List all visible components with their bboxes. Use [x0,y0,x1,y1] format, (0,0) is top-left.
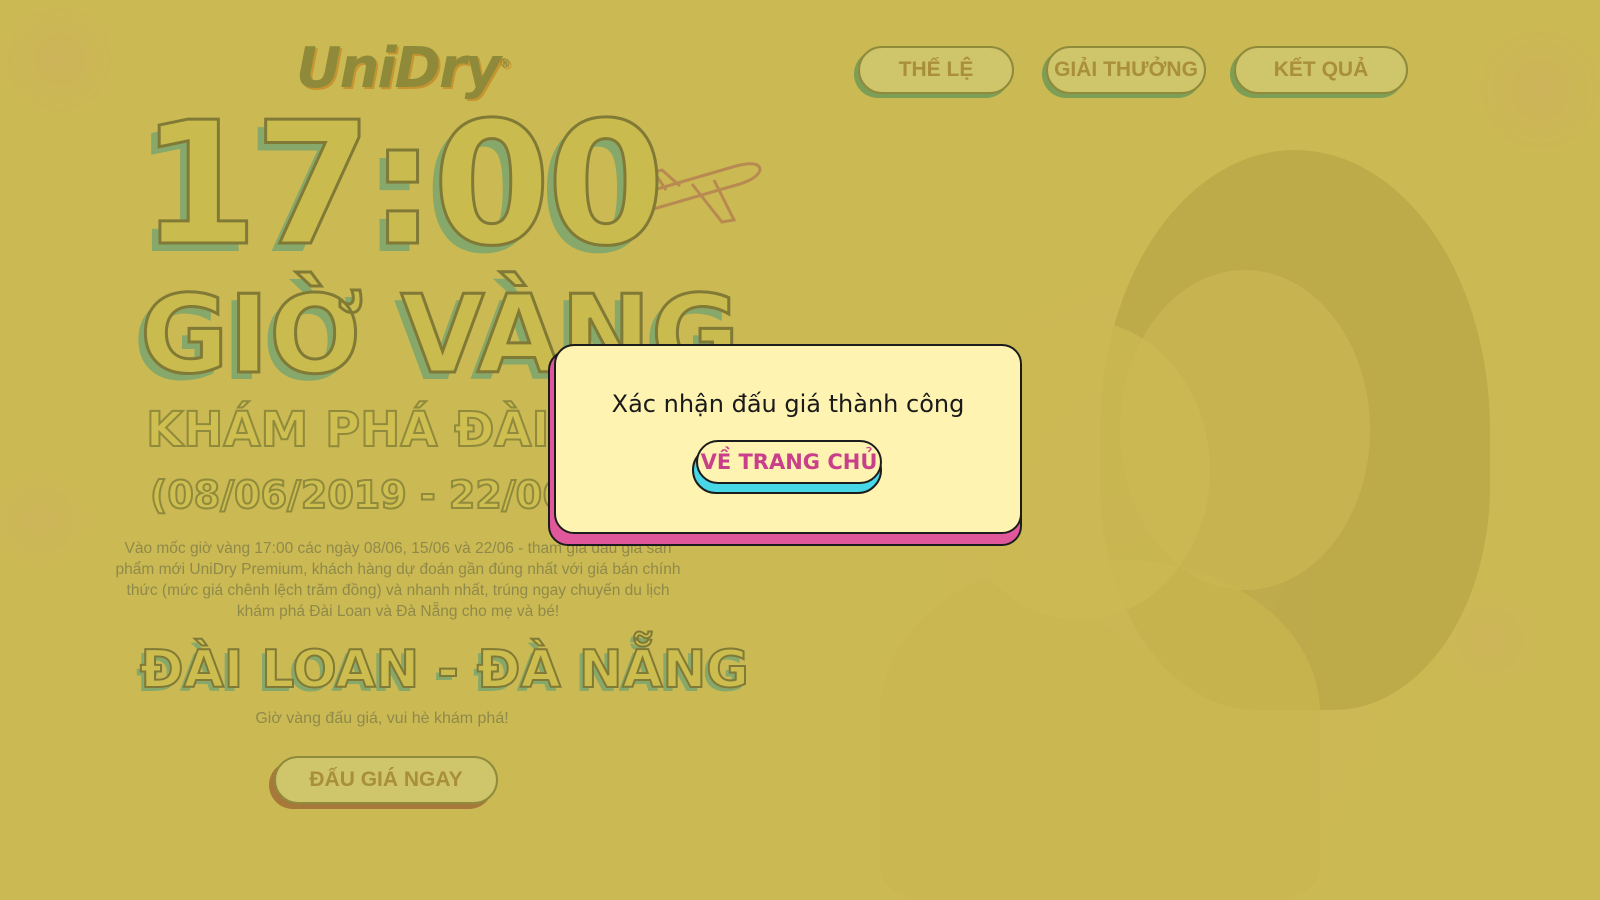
modal-message: Xác nhận đấu giá thành công [611,390,965,418]
registered-mark: ® [499,56,511,71]
back-home-button[interactable]: VỀ TRANG CHỦ [696,440,882,484]
nav-results-label: KẾT QUẢ [1273,58,1369,81]
hero-tagline: Giờ vàng đấu giá, vui hè khám phá! [255,710,509,727]
hero-description: Vào mốc giờ vàng 17:00 các ngày 08/06, 1… [115,540,681,620]
nav-prizes-label: GIẢI THƯỞNG [1054,58,1198,81]
nav-rules-button[interactable]: THỂ LỆ [858,46,1014,94]
hero-time: 17:00 [138,86,666,284]
back-home-label: VỀ TRANG CHỦ [700,450,878,474]
bid-now-button[interactable]: ĐẤU GIÁ NGAY [274,756,498,804]
nav-prizes-button[interactable]: GIẢI THƯỞNG [1046,46,1206,94]
hero-destination: ĐÀI LOAN - ĐÀ NẴNG [139,640,750,700]
confirmation-modal: Xác nhận đấu giá thành công [554,344,1022,534]
nav-rules-label: THỂ LỆ [898,58,974,81]
nav-results-button[interactable]: KẾT QUẢ [1234,46,1408,94]
bid-now-label: ĐẤU GIÁ NGAY [309,768,463,791]
